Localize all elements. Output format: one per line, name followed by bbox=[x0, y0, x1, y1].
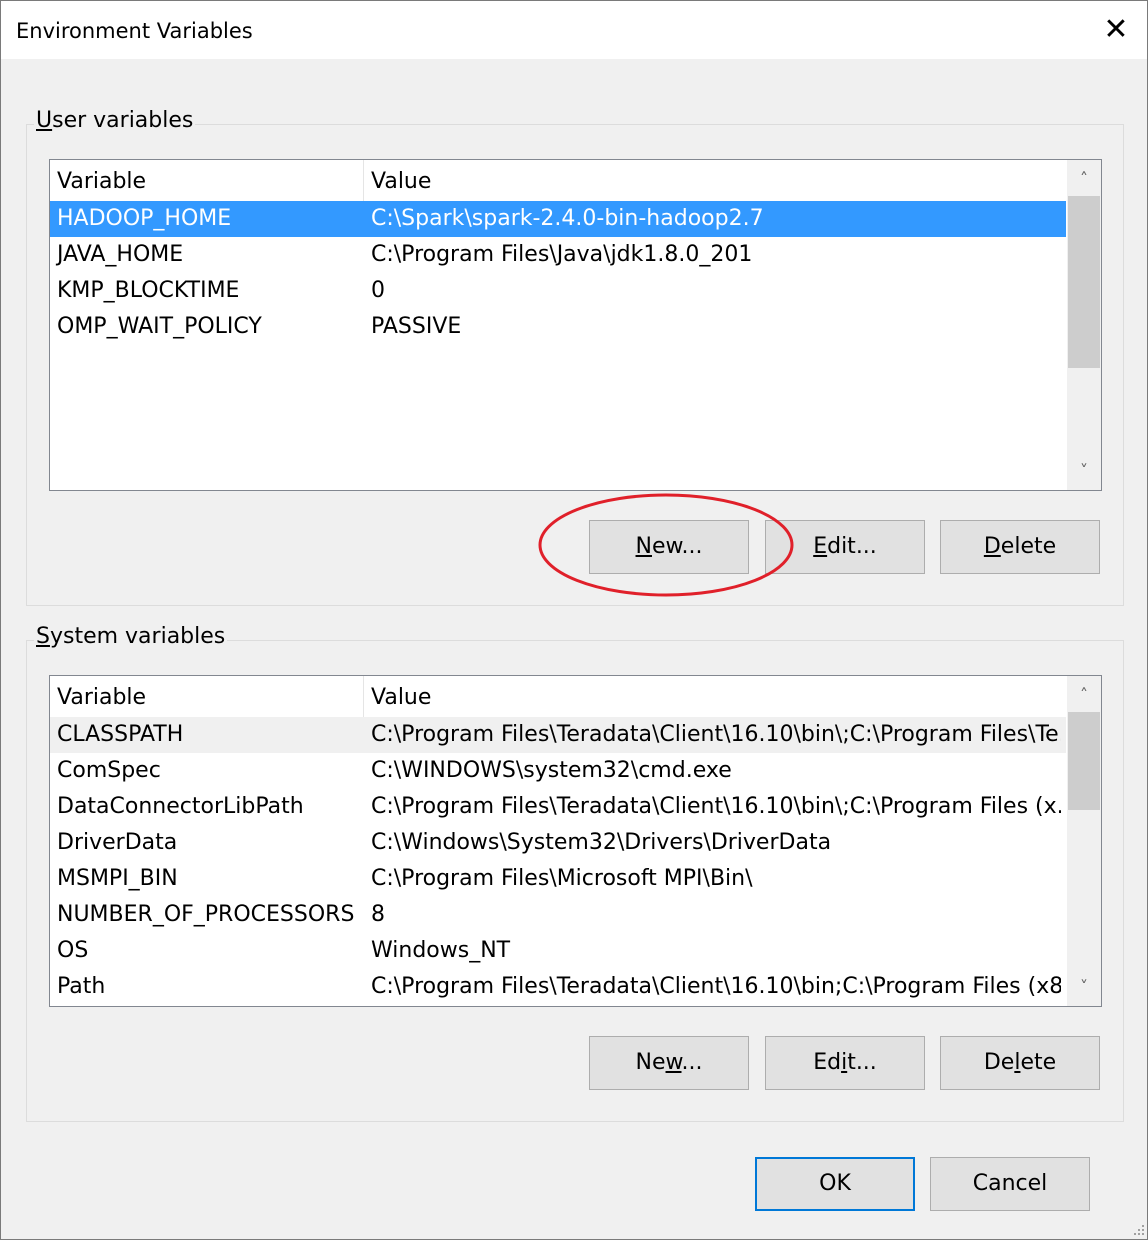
variable-name: JAVA_HOME bbox=[57, 242, 184, 267]
variable-name: KMP_BLOCKTIME bbox=[57, 278, 240, 303]
system-delete-button[interactable]: Delete bbox=[940, 1036, 1100, 1090]
scroll-up-icon[interactable]: ˄ bbox=[1067, 678, 1101, 712]
vertical-scrollbar[interactable]: ˄ ˅ bbox=[1067, 160, 1101, 490]
variable-value: Windows_NT bbox=[371, 938, 511, 963]
scroll-down-icon[interactable]: ˅ bbox=[1067, 454, 1101, 488]
highlight-annotation-ellipse bbox=[538, 493, 794, 597]
title-bar: Environment Variables ✕ bbox=[1, 1, 1147, 59]
variable-name: OMP_WAIT_POLICY bbox=[57, 314, 262, 339]
window-title: Environment Variables bbox=[16, 19, 253, 43]
column-header-value[interactable]: Value bbox=[371, 167, 431, 197]
resize-grip-icon[interactable] bbox=[1131, 1223, 1145, 1237]
table-row[interactable]: KMP_BLOCKTIME 0 bbox=[50, 273, 1066, 309]
user-variables-rows: HADOOP_HOME C:\Spark\spark-2.4.0-bin-had… bbox=[50, 201, 1066, 345]
list-header: Variable Value bbox=[50, 676, 1067, 717]
cancel-button[interactable]: Cancel bbox=[930, 1157, 1090, 1211]
system-variables-label: System variables bbox=[34, 622, 228, 652]
variable-value: C:\Spark\spark-2.4.0-bin-hadoop2.7 bbox=[371, 206, 764, 231]
system-variables-rows: CLASSPATH C:\Program Files\Teradata\Clie… bbox=[50, 717, 1066, 1005]
table-row[interactable]: DriverData C:\Windows\System32\Drivers\D… bbox=[50, 825, 1066, 861]
system-new-button[interactable]: New... bbox=[589, 1036, 749, 1090]
column-divider[interactable] bbox=[363, 676, 364, 717]
user-variables-list[interactable]: Variable Value HADOOP_HOME C:\Spark\spar… bbox=[49, 159, 1102, 491]
table-row[interactable]: MSMPI_BIN C:\Program Files\Microsoft MPI… bbox=[50, 861, 1066, 897]
column-header-value[interactable]: Value bbox=[371, 683, 431, 713]
variable-value: 8 bbox=[371, 902, 385, 927]
table-row[interactable]: CLASSPATH C:\Program Files\Teradata\Clie… bbox=[50, 717, 1066, 753]
vertical-scrollbar[interactable]: ˄ ˅ bbox=[1067, 676, 1101, 1006]
table-row[interactable]: JAVA_HOME C:\Program Files\Java\jdk1.8.0… bbox=[50, 237, 1066, 273]
ok-button[interactable]: OK bbox=[755, 1157, 915, 1211]
variable-value: C:\Program Files\Teradata\Client\16.10\b… bbox=[371, 794, 1061, 819]
variable-name: CLASSPATH bbox=[57, 722, 184, 747]
variable-name: ComSpec bbox=[57, 758, 161, 783]
variable-value: PASSIVE bbox=[371, 314, 462, 339]
table-row[interactable]: DataConnectorLibPath C:\Program Files\Te… bbox=[50, 789, 1066, 825]
variable-name: DataConnectorLibPath bbox=[57, 794, 304, 819]
system-edit-button[interactable]: Edit... bbox=[765, 1036, 925, 1090]
variable-name: MSMPI_BIN bbox=[57, 866, 178, 891]
scroll-up-icon[interactable]: ˄ bbox=[1067, 162, 1101, 196]
variable-name: Path bbox=[57, 974, 106, 999]
variable-name: OS bbox=[57, 938, 89, 963]
scroll-thumb[interactable] bbox=[1068, 196, 1100, 368]
environment-variables-dialog: Environment Variables ✕ User variables V… bbox=[0, 0, 1148, 1240]
column-header-variable[interactable]: Variable bbox=[57, 167, 146, 197]
variable-name: DriverData bbox=[57, 830, 178, 855]
variable-value: C:\Windows\System32\Drivers\DriverData bbox=[371, 830, 832, 855]
table-row[interactable]: OS Windows_NT bbox=[50, 933, 1066, 969]
variable-value: C:\Program Files\Java\jdk1.8.0_201 bbox=[371, 242, 753, 267]
variable-value: 0 bbox=[371, 278, 385, 303]
variable-value: C:\Program Files\Teradata\Client\16.10\b… bbox=[371, 722, 1061, 747]
table-row[interactable]: Path C:\Program Files\Teradata\Client\16… bbox=[50, 969, 1066, 1005]
variable-value: C:\Program Files\Microsoft MPI\Bin\ bbox=[371, 866, 753, 891]
scroll-down-icon[interactable]: ˅ bbox=[1067, 970, 1101, 1004]
table-row[interactable]: ComSpec C:\WINDOWS\system32\cmd.exe bbox=[50, 753, 1066, 789]
variable-name: NUMBER_OF_PROCESSORS bbox=[57, 902, 355, 927]
close-icon[interactable]: ✕ bbox=[1085, 1, 1147, 59]
list-header: Variable Value bbox=[50, 160, 1067, 201]
user-variables-label: User variables bbox=[34, 106, 196, 136]
variable-value: C:\WINDOWS\system32\cmd.exe bbox=[371, 758, 732, 783]
table-row[interactable]: HADOOP_HOME C:\Spark\spark-2.4.0-bin-had… bbox=[50, 201, 1066, 237]
scroll-thumb[interactable] bbox=[1068, 712, 1100, 810]
table-row[interactable]: NUMBER_OF_PROCESSORS 8 bbox=[50, 897, 1066, 933]
system-variables-list[interactable]: Variable Value CLASSPATH C:\Program File… bbox=[49, 675, 1102, 1007]
column-divider[interactable] bbox=[363, 160, 364, 201]
variable-value: C:\Program Files\Teradata\Client\16.10\b… bbox=[371, 974, 1061, 999]
user-delete-button[interactable]: Delete bbox=[940, 520, 1100, 574]
table-row[interactable]: OMP_WAIT_POLICY PASSIVE bbox=[50, 309, 1066, 345]
column-header-variable[interactable]: Variable bbox=[57, 683, 146, 713]
variable-name: HADOOP_HOME bbox=[57, 206, 232, 231]
